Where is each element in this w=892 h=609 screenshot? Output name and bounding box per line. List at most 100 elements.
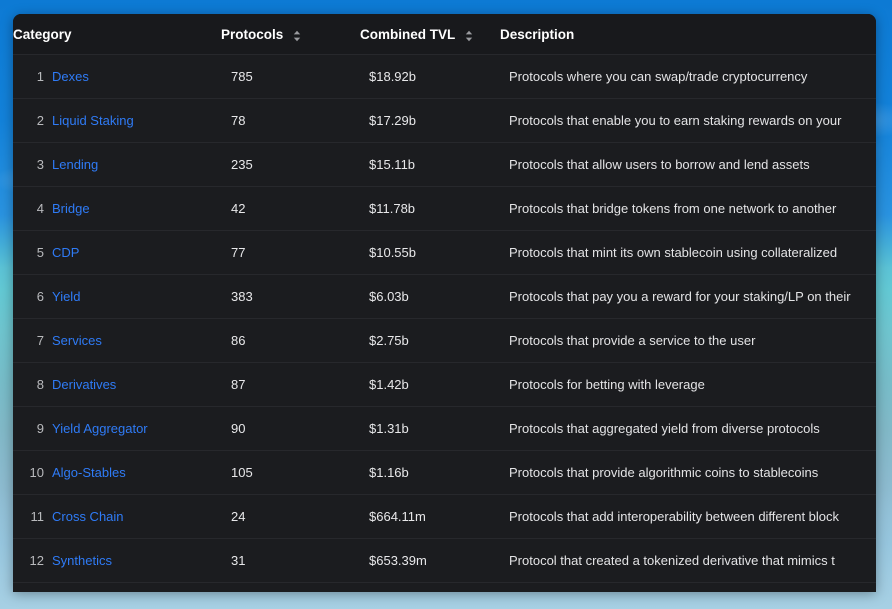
table-row[interactable]: 7 Services 86 $2.75b Protocols that provide …: [13, 318, 876, 363]
category-link[interactable]: Yield: [52, 289, 80, 304]
cell-protocols: 42: [221, 186, 360, 231]
category-link[interactable]: CDP: [52, 245, 79, 260]
category-link[interactable]: Services: [52, 333, 102, 348]
row-rank: 5: [36, 245, 44, 260]
cell-combined-tvl: $653.39m: [360, 538, 500, 583]
category-link[interactable]: Yield Aggregator: [52, 421, 148, 436]
table-row[interactable]: 8 Derivatives 87 $1.42b Protocols for bettin…: [13, 362, 876, 407]
cell-protocols: 235: [221, 142, 360, 187]
category-link[interactable]: Cross Chain: [52, 509, 124, 524]
cell-combined-tvl: $1.16b: [360, 450, 500, 495]
description-text: Protocols that mint its own stablecoin u…: [509, 245, 838, 260]
description-text: Protocols that pay you a reward for your…: [509, 289, 851, 304]
row-rank: 4: [36, 201, 44, 216]
cell-protocols: 90: [221, 406, 360, 451]
cell-category: 11 Cross Chain: [13, 494, 221, 539]
row-rank: 6: [36, 289, 44, 304]
row-rank: 12: [29, 553, 44, 568]
cell-category: 8 Derivatives: [13, 362, 221, 407]
category-link[interactable]: Derivatives: [52, 377, 116, 392]
sort-updown-icon[interactable]: [293, 30, 301, 42]
sort-updown-icon[interactable]: [465, 30, 473, 42]
cell-protocols: 785: [221, 54, 360, 99]
category-link[interactable]: Lending: [52, 157, 98, 172]
table-row[interactable]: 2 Liquid Staking 78 $17.29b Protocols that e…: [13, 98, 876, 143]
table-row[interactable]: 10 Algo-Stables 105 $1.16b Protocols that pr…: [13, 450, 876, 495]
description-text: Protocols that enable you to earn stakin…: [509, 113, 842, 128]
cell-description: Protocols that launch new projects and c…: [500, 582, 876, 592]
cell-description: Protocols that pay you a reward for your…: [500, 274, 876, 319]
row-rank: 11: [30, 509, 45, 524]
row-rank: 8: [36, 377, 44, 392]
cell-combined-tvl: $6.03b: [360, 274, 500, 319]
defi-categories-table: Category Protocols Combined TVL Descript…: [13, 14, 876, 592]
cell-category: 7 Services: [13, 318, 221, 363]
table-row[interactable]: 6 Yield 383 $6.03b Protocols that pay you a …: [13, 274, 876, 319]
cell-category: 6 Yield: [13, 274, 221, 319]
cell-combined-tvl: $10.55b: [360, 230, 500, 275]
description-text: Protocols for betting with leverage: [509, 377, 705, 392]
table-row[interactable]: 11 Cross Chain 24 $664.11m Protocols that ad…: [13, 494, 876, 539]
description-text: Protocols where you can swap/trade crypt…: [509, 69, 808, 84]
cell-description: Protocols that aggregated yield from div…: [500, 406, 876, 451]
column-header-category-label: Category: [13, 26, 72, 42]
cell-description: Protocols that add interoperability betw…: [500, 494, 876, 539]
table-row[interactable]: 4 Bridge 42 $11.78b Protocols that bridge to…: [13, 186, 876, 231]
cell-description: Protocols that allow users to borrow and…: [500, 142, 876, 187]
cell-combined-tvl: $613.85m: [360, 582, 500, 592]
cell-protocols: 31: [221, 538, 360, 583]
cell-category: 4 Bridge: [13, 186, 221, 231]
cell-protocols: 24: [221, 494, 360, 539]
table-row[interactable]: 12 Synthetics 31 $653.39m Protocol that crea…: [13, 538, 876, 583]
table-header: Category Protocols Combined TVL Descript…: [13, 14, 876, 55]
cell-protocols: 77: [221, 230, 360, 275]
cell-description: Protocols for betting with leverage: [500, 362, 876, 407]
category-link[interactable]: Dexes: [52, 69, 89, 84]
table-row[interactable]: 13Launchpad29$613.85mProtocols that laun…: [13, 582, 876, 592]
row-rank: 10: [29, 465, 44, 480]
cell-category: 3 Lending: [13, 142, 221, 187]
column-header-description[interactable]: Description: [500, 14, 876, 55]
column-header-category[interactable]: Category: [13, 14, 221, 55]
description-text: Protocols that allow users to borrow and…: [509, 157, 810, 172]
cell-combined-tvl: $1.42b: [360, 362, 500, 407]
category-link[interactable]: Algo-Stables: [52, 465, 126, 480]
table-row[interactable]: 3 Lending 235 $15.11b Protocols that allow u…: [13, 142, 876, 187]
table-row[interactable]: 9 Yield Aggregator 90 $1.31b Protocols that …: [13, 406, 876, 451]
category-link[interactable]: Liquid Staking: [52, 113, 134, 128]
row-rank: 9: [36, 421, 44, 436]
cell-category: 12 Synthetics: [13, 538, 221, 583]
cell-combined-tvl: $11.78b: [360, 186, 500, 231]
table-header-row: Category Protocols Combined TVL Descript…: [13, 14, 876, 55]
table-row[interactable]: 5 CDP 77 $10.55b Protocols that mint its own…: [13, 230, 876, 275]
cell-protocols: 105: [221, 450, 360, 495]
cell-description: Protocol that created a tokenized deriva…: [500, 538, 876, 583]
cell-combined-tvl: $1.31b: [360, 406, 500, 451]
table-row[interactable]: 1 Dexes 785 $18.92b Protocols where you can …: [13, 54, 876, 99]
cell-combined-tvl: $2.75b: [360, 318, 500, 363]
row-rank: 3: [36, 157, 44, 172]
description-text: Protocols that add interoperability betw…: [509, 509, 840, 524]
description-text: Protocols that aggregated yield from div…: [509, 421, 820, 436]
row-rank: 1: [36, 69, 44, 84]
cell-protocols: 87: [221, 362, 360, 407]
cell-protocols: 383: [221, 274, 360, 319]
cell-description: Protocols that mint its own stablecoin u…: [500, 230, 876, 275]
cell-description: Protocols that provide a service to the …: [500, 318, 876, 363]
cell-description: Protocols that bridge tokens from one ne…: [500, 186, 876, 231]
cell-description: Protocols that enable you to earn stakin…: [500, 98, 876, 143]
category-link[interactable]: Bridge: [52, 201, 90, 216]
cell-category: 1 Dexes: [13, 54, 221, 99]
cell-protocols: 29: [221, 582, 360, 592]
cell-category: 5 CDP: [13, 230, 221, 275]
column-header-protocols[interactable]: Protocols: [221, 14, 360, 55]
cell-category: 2 Liquid Staking: [13, 98, 221, 143]
description-text: Protocols that bridge tokens from one ne…: [509, 201, 837, 216]
column-header-combined-tvl[interactable]: Combined TVL: [360, 14, 500, 55]
cell-category: 13Launchpad: [13, 582, 221, 592]
description-text: Protocol that created a tokenized deriva…: [509, 553, 835, 568]
column-header-description-label: Description: [500, 26, 575, 42]
category-link[interactable]: Synthetics: [52, 553, 112, 568]
cell-combined-tvl: $664.11m: [360, 494, 500, 539]
cell-description: Protocols that provide algorithmic coins…: [500, 450, 876, 495]
